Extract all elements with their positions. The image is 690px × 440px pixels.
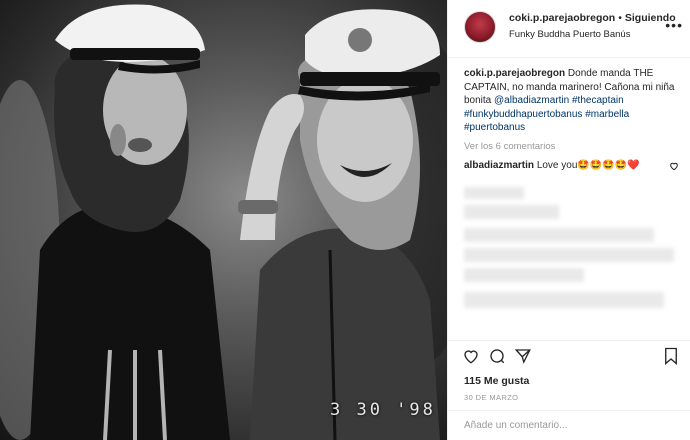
blurred-comment xyxy=(464,248,674,262)
header-line: coki.p.parejaobregon • Siguiendo xyxy=(509,12,676,24)
blurred-comment xyxy=(464,228,654,242)
photo-illustration xyxy=(0,4,447,440)
post-photo[interactable]: 3 30 '98 xyxy=(0,0,447,440)
post-date: 30 DE MARZO xyxy=(464,393,519,402)
separator-dot: • xyxy=(618,12,622,24)
blurred-comment xyxy=(464,187,524,199)
add-comment-field[interactable]: Añade un comentario... xyxy=(448,410,690,440)
comment-like-heart-icon[interactable] xyxy=(669,161,679,174)
view-all-comments-link[interactable]: Ver los 6 comentarios xyxy=(464,141,555,152)
bookmark-icon[interactable] xyxy=(663,347,679,370)
add-comment-placeholder: Añade un comentario... xyxy=(464,420,568,431)
comment-icon[interactable] xyxy=(488,347,506,370)
hashtag-link[interactable]: #puertobanus xyxy=(464,122,525,133)
share-icon[interactable] xyxy=(514,347,532,370)
blurred-comment xyxy=(464,205,559,219)
photo-date-stamp: 3 30 '98 xyxy=(330,400,436,420)
post-caption: coki.p.parejaobregon Donde manda THE CAP… xyxy=(464,67,680,135)
comment-username[interactable]: albadiazmartin xyxy=(464,160,534,171)
author-username[interactable]: coki.p.parejaobregon xyxy=(509,12,615,24)
hashtag-link[interactable]: #marbella xyxy=(585,109,629,120)
blurred-comment xyxy=(464,292,664,308)
blurred-comment xyxy=(464,268,584,282)
author-avatar[interactable] xyxy=(464,11,496,43)
post-header: coki.p.parejaobregon • Siguiendo Funky Bud… xyxy=(448,0,690,58)
hashtag-link[interactable]: #thecaptain xyxy=(572,95,624,106)
hashtag-link[interactable]: #funkybuddhapuertobanus xyxy=(464,109,582,120)
location-link[interactable]: Funky Buddha Puerto Banús xyxy=(509,29,630,40)
action-bar xyxy=(448,340,690,372)
comment-text: Love you🤩🤩🤩🤩❤️ xyxy=(536,160,640,171)
post-sidebar: coki.p.parejaobregon • Siguiendo Funky Bud… xyxy=(447,0,690,440)
post-card: 3 30 '98 coki.p.parejaobregon • Siguiendo … xyxy=(0,0,690,440)
comment-item: albadiazmartin Love you🤩🤩🤩🤩❤️ xyxy=(464,160,684,171)
more-options-icon[interactable]: ••• xyxy=(665,17,683,33)
heart-icon[interactable] xyxy=(462,347,480,370)
caption-username[interactable]: coki.p.parejaobregon xyxy=(464,68,565,79)
likes-count[interactable]: 115 Me gusta xyxy=(464,375,529,387)
caption-mention[interactable]: @albadiazmartin xyxy=(494,95,569,106)
